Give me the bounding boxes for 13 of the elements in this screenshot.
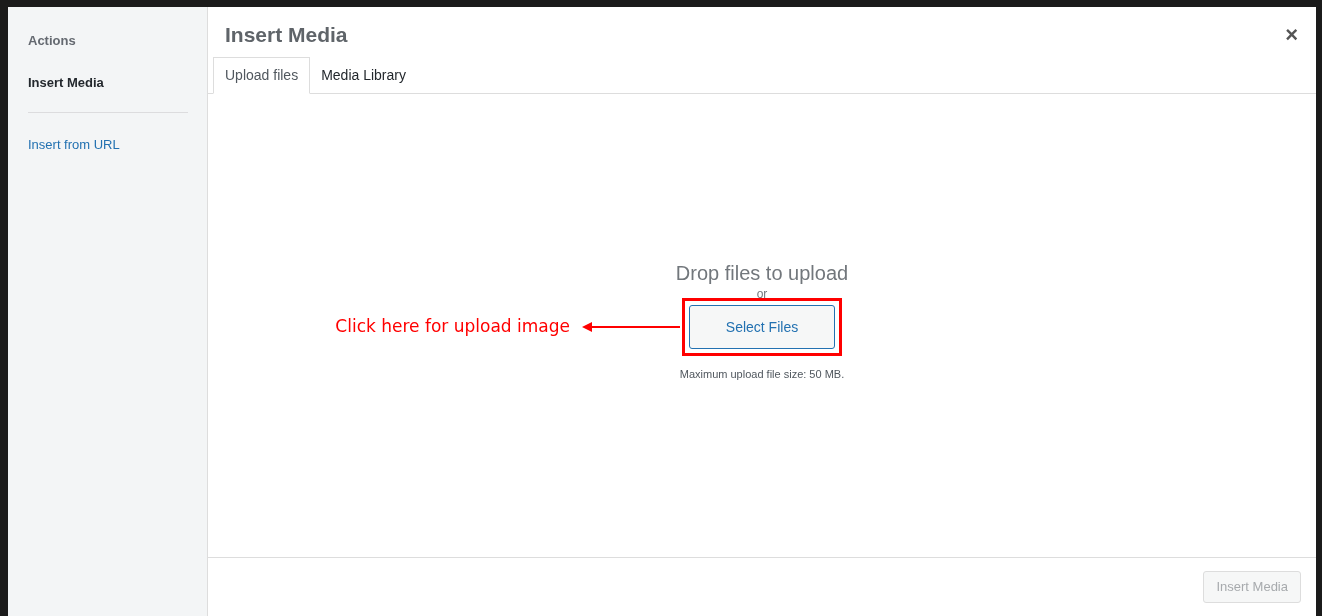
sidebar-heading: Actions xyxy=(28,32,77,50)
close-button[interactable]: × xyxy=(1285,24,1298,46)
arrow-icon xyxy=(582,320,680,333)
annotation-text: Click here for upload image xyxy=(335,315,570,338)
drop-heading: Drop files to upload xyxy=(675,261,849,286)
upload-limit-note: Maximum upload file size: 50 MB. xyxy=(679,367,845,382)
sidebar-item[interactable]: Insert from URL xyxy=(28,135,187,155)
or-label: or xyxy=(756,288,768,300)
tab[interactable]: Upload files xyxy=(213,57,311,94)
sidebar-item[interactable]: Insert Media xyxy=(28,72,187,92)
select-files-button[interactable]: Select Files xyxy=(689,305,835,349)
tab[interactable]: Media Library xyxy=(310,57,417,94)
modal-title: Insert Media xyxy=(225,22,348,49)
